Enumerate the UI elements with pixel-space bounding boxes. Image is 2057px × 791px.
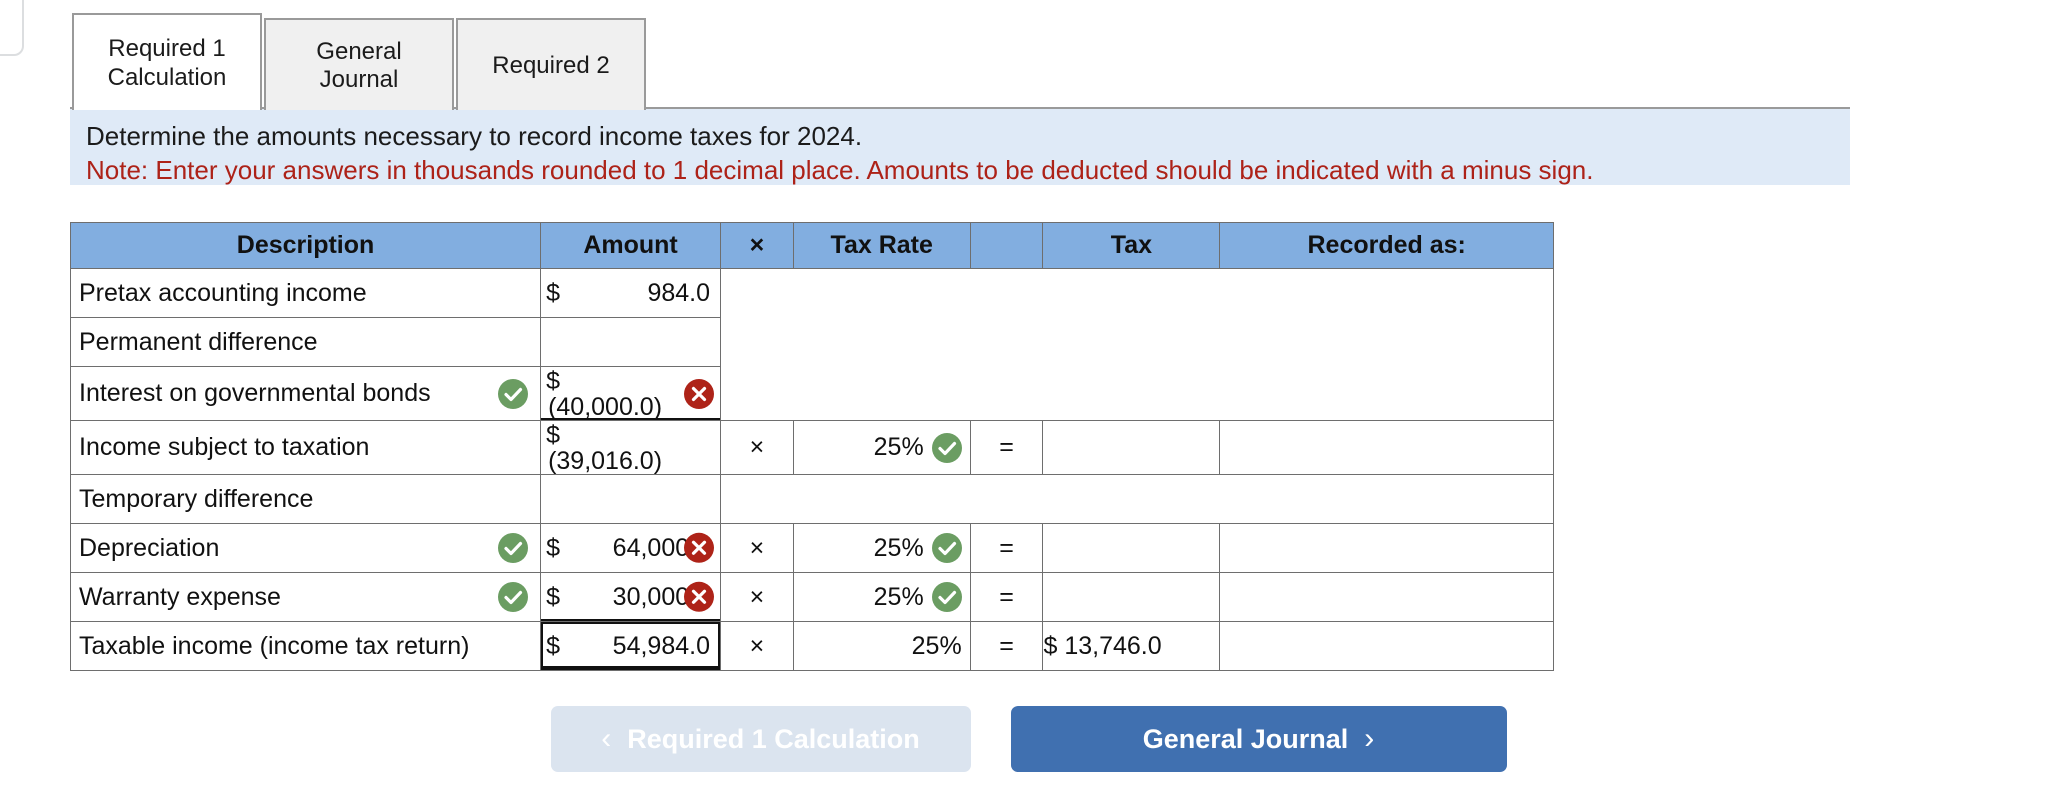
cell-description: Warranty expense: [69, 572, 542, 622]
cell-description: Depreciation: [69, 523, 542, 573]
table-row: Taxable income (income tax return) $54,98…: [69, 621, 1554, 671]
cell-description: Taxable income (income tax return): [69, 621, 542, 671]
cell-tax-rate[interactable]: 25%: [792, 621, 971, 671]
cell-amount[interactable]: $ (39,016.0): [540, 420, 721, 475]
cell-tax[interactable]: [1042, 572, 1221, 622]
header-recorded-as: Recorded as:: [1219, 222, 1554, 269]
cell-description: Pretax accounting income: [69, 268, 542, 318]
cell-tax[interactable]: [1042, 523, 1221, 573]
instruction-note: Note: Enter your answers in thousands ro…: [86, 155, 1594, 186]
cell-empty-span: [720, 268, 1554, 421]
cell-tax[interactable]: $ 13,746.0: [1042, 621, 1221, 671]
table-row: Pretax accounting income $984.0: [69, 268, 1554, 421]
income-tax-calculation-table: Description Amount × Tax Rate Tax Record…: [69, 222, 1554, 671]
tab-required-2[interactable]: Required 2: [456, 18, 646, 110]
cell-description: Permanent difference: [69, 317, 542, 367]
cell-multiply-operator: ×: [720, 572, 794, 622]
cell-equals-operator: =: [969, 523, 1044, 573]
next-button-label: General Journal: [1142, 723, 1349, 754]
cell-recorded-as[interactable]: [1219, 420, 1554, 475]
tab-strip: Required 1 Calculation General Journal R…: [72, 13, 648, 110]
chevron-right-icon: ›: [1364, 722, 1375, 755]
amount-value: (39,016.0): [548, 446, 663, 475]
tax-rate-status-check-icon: [931, 533, 962, 563]
cell-recorded-as[interactable]: [1219, 621, 1554, 671]
cell-tax-rate[interactable]: 25%: [792, 420, 971, 475]
cell-multiply-operator: ×: [720, 621, 794, 671]
header-tax: Tax: [1042, 222, 1221, 269]
cell-multiply-operator: ×: [720, 420, 794, 475]
cell-description: Income subject to taxation: [69, 420, 542, 475]
cell-tax-rate[interactable]: 25%: [792, 572, 971, 622]
row-description-label: Taxable income (income tax return): [79, 631, 470, 660]
instruction-text: Determine the amounts necessary to recor…: [86, 121, 863, 151]
cell-amount[interactable]: $64,000.0: [540, 523, 721, 573]
cell-tax-rate[interactable]: 25%: [792, 523, 971, 573]
row-description-label: Temporary difference: [79, 484, 314, 513]
cell-amount[interactable]: $30,000.0: [540, 572, 721, 622]
tab-general-journal[interactable]: General Journal: [264, 18, 454, 110]
cell-amount[interactable]: $984.0: [540, 268, 721, 318]
footer-navigation: ‹ Required 1 Calculation General Journal…: [0, 706, 2057, 772]
row-description-label: Warranty expense: [79, 582, 281, 611]
row-description-label: Pretax accounting income: [79, 278, 367, 307]
tax-rate-value: 25%: [873, 582, 924, 611]
next-general-journal-button[interactable]: General Journal ›: [1010, 706, 1507, 772]
cell-amount[interactable]: [540, 317, 721, 367]
tax-rate-status-check-icon: [931, 432, 962, 463]
table-body: Pretax accounting income $984.0 Permanent …: [69, 268, 1554, 671]
header-multiply: ×: [720, 222, 794, 269]
description-status-check-icon: [498, 533, 529, 563]
row-description-label: Permanent difference: [79, 327, 318, 356]
header-amount: Amount: [540, 222, 721, 269]
cell-amount[interactable]: $ (40,000.0): [540, 366, 721, 421]
header-equals: [969, 222, 1044, 269]
tax-rate-value: 25%: [873, 433, 924, 461]
cell-description: Temporary difference: [69, 474, 542, 524]
row-description-label: Income subject to taxation: [79, 433, 370, 461]
calculation-table-wrapper: Description Amount × Tax Rate Tax Record…: [69, 222, 1554, 671]
chevron-left-icon: ‹: [601, 722, 612, 755]
previous-required-1-calculation-button[interactable]: ‹ Required 1 Calculation: [550, 706, 971, 772]
amount-value: 984.0: [647, 278, 710, 307]
instruction-banner: Determine the amounts necessary to recor…: [70, 107, 1850, 185]
prev-button-label: Required 1 Calculation: [627, 723, 920, 754]
tab-required-1-calculation[interactable]: Required 1 Calculation: [72, 13, 262, 110]
panel-corner-frame: [0, 0, 24, 56]
header-tax-rate: Tax Rate: [792, 222, 971, 269]
table-row: Income subject to taxation $ (39,016.0) × 25…: [69, 420, 1554, 475]
table-row: Temporary difference: [69, 474, 1554, 524]
cell-equals-operator: =: [969, 621, 1044, 671]
currency-symbol: $: [546, 278, 560, 307]
tax-rate-value: 25%: [873, 533, 924, 562]
description-status-check-icon: [498, 582, 529, 612]
table-header-row: Description Amount × Tax Rate Tax Record…: [69, 222, 1554, 269]
table-row: Depreciation $64,000.0 × 25% =: [69, 523, 1554, 573]
row-description-label: Interest on governmental bonds: [79, 379, 431, 407]
amount-value: 54,984.0: [612, 631, 710, 660]
cell-amount[interactable]: $54,984.0: [540, 621, 721, 671]
cell-recorded-as[interactable]: [1219, 523, 1554, 573]
tax-rate-value: 25%: [911, 631, 962, 660]
table-row: Warranty expense $30,000.0 × 25% =: [69, 572, 1554, 622]
cell-amount[interactable]: [540, 474, 721, 524]
header-description: Description: [69, 222, 542, 269]
tax-rate-status-check-icon: [931, 582, 962, 612]
cell-multiply-operator: ×: [720, 523, 794, 573]
currency-symbol: $: [546, 631, 560, 660]
cell-tax[interactable]: [1042, 420, 1221, 475]
cell-equals-operator: =: [969, 572, 1044, 622]
description-status-check-icon: [498, 378, 529, 409]
currency-symbol: $: [546, 533, 560, 562]
row-description-label: Depreciation: [79, 533, 220, 562]
amount-status-error-icon: [684, 378, 714, 409]
cell-equals-operator: =: [969, 420, 1044, 475]
cell-recorded-as[interactable]: [1219, 572, 1554, 622]
amount-status-error-icon: [684, 582, 714, 613]
currency-symbol: $: [546, 421, 560, 449]
cell-empty-span: [720, 474, 1554, 524]
amount-status-error-icon: [684, 533, 714, 564]
cell-description: Interest on governmental bonds: [69, 366, 542, 421]
currency-symbol: $: [546, 582, 560, 611]
